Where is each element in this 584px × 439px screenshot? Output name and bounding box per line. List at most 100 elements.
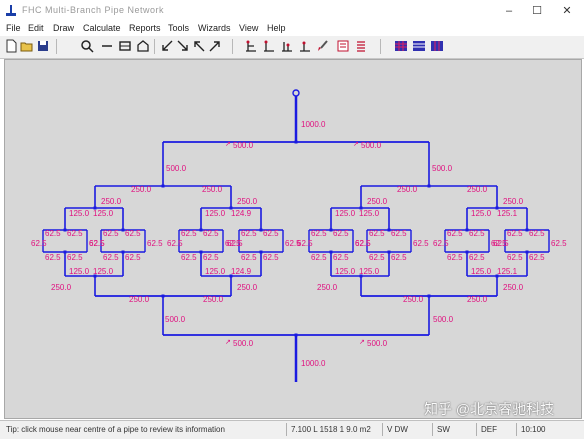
- menu-tools[interactable]: Tools: [168, 23, 189, 33]
- menu-reports[interactable]: Reports: [129, 23, 161, 33]
- flow-label: 62.5: [125, 253, 141, 262]
- flow-label: 125.0: [69, 267, 90, 276]
- maximize-button[interactable]: ☐: [524, 2, 550, 20]
- flow-label: 500.0: [432, 164, 453, 173]
- flow-label: 62.5: [311, 229, 327, 238]
- brush-icon[interactable]: [316, 39, 330, 53]
- new-file-icon[interactable]: [4, 39, 18, 53]
- flow-label: 125.1: [497, 209, 518, 218]
- grid-view-1-icon[interactable]: [394, 39, 408, 53]
- flow-label: 62.5: [263, 253, 279, 262]
- rect-tool-icon[interactable]: [118, 39, 132, 53]
- flow-direction-arrow: ↗: [359, 339, 365, 346]
- pipe-junction-node: [161, 294, 165, 298]
- pipe-junction-node: [294, 140, 298, 144]
- flow-label: 62.5: [103, 229, 119, 238]
- branch-tool-1-icon[interactable]: [244, 39, 258, 53]
- status-sw: SW: [432, 423, 472, 436]
- flow-label: 62.5: [529, 229, 545, 238]
- close-button[interactable]: ✕: [554, 2, 580, 20]
- flow-label: 125.0: [471, 209, 492, 218]
- flow-label: 62.5: [181, 229, 197, 238]
- open-folder-icon[interactable]: [20, 39, 34, 53]
- watermark-text: 知乎 @北京睿驰科技: [424, 401, 555, 417]
- flow-label: 500.0: [361, 141, 382, 150]
- flow-label: 62.5: [181, 253, 197, 262]
- flow-label: 62.5: [369, 229, 385, 238]
- arrow-down-right-icon[interactable]: [176, 39, 190, 53]
- flow-label: 62.5: [469, 253, 485, 262]
- flow-label: 250.0: [202, 185, 223, 194]
- line-tool-icon[interactable]: [100, 39, 114, 53]
- flow-label: 250.0: [203, 295, 224, 304]
- flow-direction-arrow: ↗: [353, 141, 359, 148]
- pipe-junction-node: [427, 294, 431, 298]
- flow-label: 62.5: [45, 229, 61, 238]
- flow-label: 1000.0: [301, 359, 326, 368]
- pipe-junction-node: [294, 333, 298, 337]
- flow-label: 250.0: [397, 185, 418, 194]
- menu-help[interactable]: Help: [267, 23, 286, 33]
- flow-label: 125.0: [359, 209, 380, 218]
- flow-label: 62.5: [147, 239, 163, 248]
- zoom-icon[interactable]: [80, 39, 94, 53]
- branch-tool-2-icon[interactable]: [262, 39, 276, 53]
- flow-label: 125.0: [359, 267, 380, 276]
- flow-label: 250.0: [467, 295, 488, 304]
- source-node-icon[interactable]: [292, 89, 300, 97]
- flow-label: 62.5: [469, 229, 485, 238]
- flow-label: 62.5: [203, 253, 219, 262]
- flow-label: 62.5: [333, 253, 349, 262]
- pipe-junction-node: [427, 184, 431, 188]
- flow-label: 250.0: [131, 185, 152, 194]
- report-icon[interactable]: [336, 39, 350, 53]
- flow-label: 125.0: [93, 209, 114, 218]
- node-tool-icon[interactable]: [136, 39, 150, 53]
- flow-label: 250.0: [367, 197, 388, 206]
- flow-label: 500.0: [367, 339, 388, 348]
- menu-wizards[interactable]: Wizards: [198, 23, 231, 33]
- list-icon[interactable]: [354, 39, 368, 53]
- status-hint: Tip: click mouse near centre of a pipe t…: [6, 425, 225, 434]
- branch-tool-4-icon[interactable]: [298, 39, 312, 53]
- save-icon[interactable]: [36, 39, 50, 53]
- menu-draw[interactable]: Draw: [53, 23, 74, 33]
- menu-view[interactable]: View: [239, 23, 258, 33]
- flow-label: 62.5: [391, 229, 407, 238]
- flow-label: 250.0: [317, 283, 338, 292]
- flow-label: 62.5: [507, 229, 523, 238]
- flow-label: 62.5: [447, 229, 463, 238]
- flow-label: 62.5: [263, 229, 279, 238]
- flow-label: 250.0: [467, 185, 488, 194]
- flow-label: 125.0: [335, 209, 356, 218]
- flow-label: 500.0: [233, 339, 254, 348]
- flow-label: 250.0: [237, 197, 258, 206]
- flow-label: 62.5: [433, 239, 449, 248]
- flow-label: 62.5: [369, 253, 385, 262]
- flow-label: 62.5: [493, 239, 509, 248]
- arrow-up-left-icon[interactable]: [192, 39, 206, 53]
- grid-view-2-icon[interactable]: [412, 39, 426, 53]
- menu-file[interactable]: File: [6, 23, 21, 33]
- window-title: FHC Multi-Branch Pipe Network: [22, 5, 165, 15]
- flow-direction-arrow: ↗: [225, 141, 231, 148]
- branch-tool-3-icon[interactable]: [280, 39, 294, 53]
- pipe-network-diagram[interactable]: 1000.0500.0 500.0↗ ↗500.0 500.0250.0 250.0 25…: [5, 60, 581, 418]
- menu-edit[interactable]: Edit: [28, 23, 44, 33]
- flow-label: 1000.0: [301, 120, 326, 129]
- flow-label: 62.5: [103, 253, 119, 262]
- flow-label: 62.5: [203, 229, 219, 238]
- drawing-canvas[interactable]: 1000.0 500.0 500.0 ↗ ↗ 500.0 500.0 250.0 250.0 25…: [4, 59, 582, 419]
- flow-label: 62.5: [311, 253, 327, 262]
- minimize-button[interactable]: –: [496, 2, 522, 20]
- flow-label: 62.5: [391, 253, 407, 262]
- flow-label: 125.0: [69, 209, 90, 218]
- flow-label: 62.5: [89, 239, 105, 248]
- flow-label: 250.0: [101, 197, 122, 206]
- flow-label: 62.5: [355, 239, 371, 248]
- flow-label: 62.5: [447, 253, 463, 262]
- grid-view-3-icon[interactable]: [430, 39, 444, 53]
- menu-calculate[interactable]: Calculate: [83, 23, 121, 33]
- arrow-up-right-icon[interactable]: [208, 39, 222, 53]
- arrow-down-left-icon[interactable]: [160, 39, 174, 53]
